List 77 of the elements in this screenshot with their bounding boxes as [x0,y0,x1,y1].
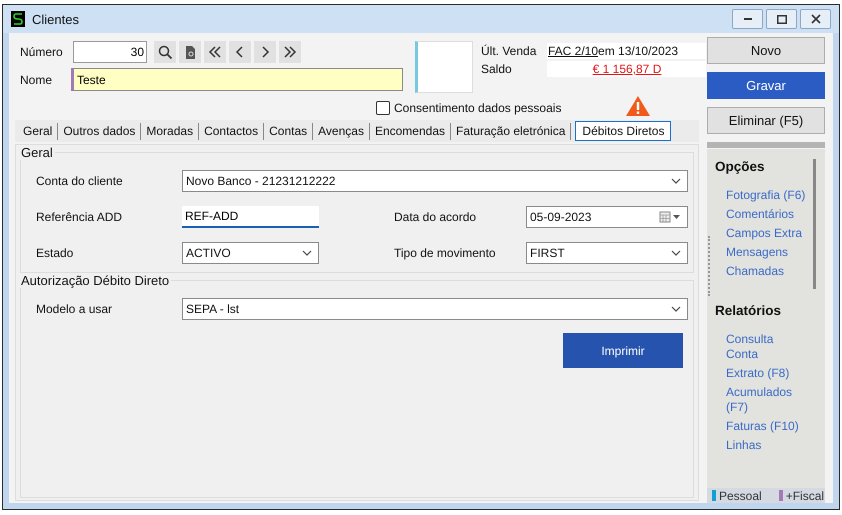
side-link[interactable]: Linhas [715,438,806,453]
side-link[interactable]: Faturas (F10) [715,419,806,434]
minimize-button[interactable] [732,9,763,29]
dropdown[interactable]: Novo Banco - 21231212222 [182,170,688,192]
field-label: Estado [36,246,74,260]
field-label: Últ. Venda [481,44,538,58]
section-title: Autorização Débito Direto [20,273,170,288]
calendar-icon [659,211,681,223]
dropdown[interactable]: SEPA - lst [182,298,688,320]
chevron-right-button[interactable] [254,41,276,63]
double-chevron-left-icon [207,44,223,60]
side-link[interactable]: Fotografia (F6) [715,188,806,203]
chevron-down-icon [671,306,681,312]
side-link[interactable]: Comentários [715,207,806,222]
app-logo-icon [11,11,25,27]
chevron-left-button[interactable] [229,41,251,63]
sale-date-text: em 13/10/2023 [598,44,678,58]
field-label: Número [19,45,64,59]
maximize-icon [776,14,786,24]
close-icon [810,14,820,24]
chevron-down-icon [302,250,312,256]
date-picker[interactable]: 05-09-2023 [526,206,688,228]
chevron-down-icon [671,250,681,256]
side-link[interactable]: Acumulados (F7) [715,385,806,415]
tab[interactable]: Contas [265,121,312,141]
close-button[interactable] [800,9,831,29]
print-button[interactable]: Imprimir [563,333,683,368]
section-title: Geral [20,145,54,160]
side-link[interactable]: Extrato (F8) [715,366,806,381]
side-link[interactable]: Campos Extra [715,226,806,241]
tab[interactable]: Faturação eletrónica [452,121,570,141]
tab[interactable]: Avenças [314,121,368,141]
name-field[interactable]: Teste [71,68,403,91]
dropdown[interactable]: ACTIVO [182,242,319,264]
document-button[interactable] [179,41,201,63]
field-label: Modelo a usar [36,302,114,316]
scrollbar-thumb[interactable] [813,159,816,289]
tab[interactable]: Contactos [200,121,262,141]
double-chevron-left-button[interactable] [204,41,226,63]
field-label: Nome [19,72,54,86]
checkbox-label: Consentimento dados pessoais [394,101,562,115]
side-link[interactable]: Consulta Conta [715,332,806,362]
dropdown[interactable]: FIRST [526,242,688,264]
field-label: Saldo [481,62,513,76]
legend-label: Pessoal [719,488,762,502]
minimize-icon [744,18,752,20]
tab[interactable]: Outros dados [59,121,140,141]
number-field[interactable]: 30 [73,41,147,63]
double-chevron-right-button[interactable] [279,41,301,63]
balance-link[interactable]: € 1 156,87 D [592,62,662,76]
window-title: Clientes [32,12,79,26]
action-button[interactable]: Eliminar (F5) [707,107,825,134]
maximize-button[interactable] [766,9,797,29]
double-chevron-right-icon [282,44,298,60]
section-heading: Opções [715,159,766,174]
side-link[interactable]: Chamadas [715,264,806,279]
chevron-down-icon [671,178,681,184]
splitter-handle[interactable] [707,142,825,148]
field-label: Tipo de movimento [394,246,497,260]
tab[interactable]: Moradas [142,121,198,141]
action-button[interactable]: Gravar [707,72,825,99]
tab[interactable]: Débitos Diretos [575,121,672,141]
input-field[interactable]: REF-ADD [182,206,319,228]
legend-label: +Fiscal [786,488,824,502]
checkbox[interactable] [376,101,390,115]
field-label: Conta do cliente [36,174,124,188]
search-icon [157,44,173,60]
tab[interactable]: Encomendas [370,121,449,141]
side-link[interactable]: Mensagens [715,245,806,260]
invoice-link[interactable]: FAC 2/10 [548,44,598,58]
search-button[interactable] [154,41,176,63]
section-heading: Relatórios [715,303,782,318]
action-button[interactable]: Novo [707,37,825,64]
field-label: Data do acordo [394,210,478,224]
field-label: Referência ADD [36,210,124,224]
tab[interactable]: Geral [19,121,56,141]
warning-icon [625,95,652,117]
